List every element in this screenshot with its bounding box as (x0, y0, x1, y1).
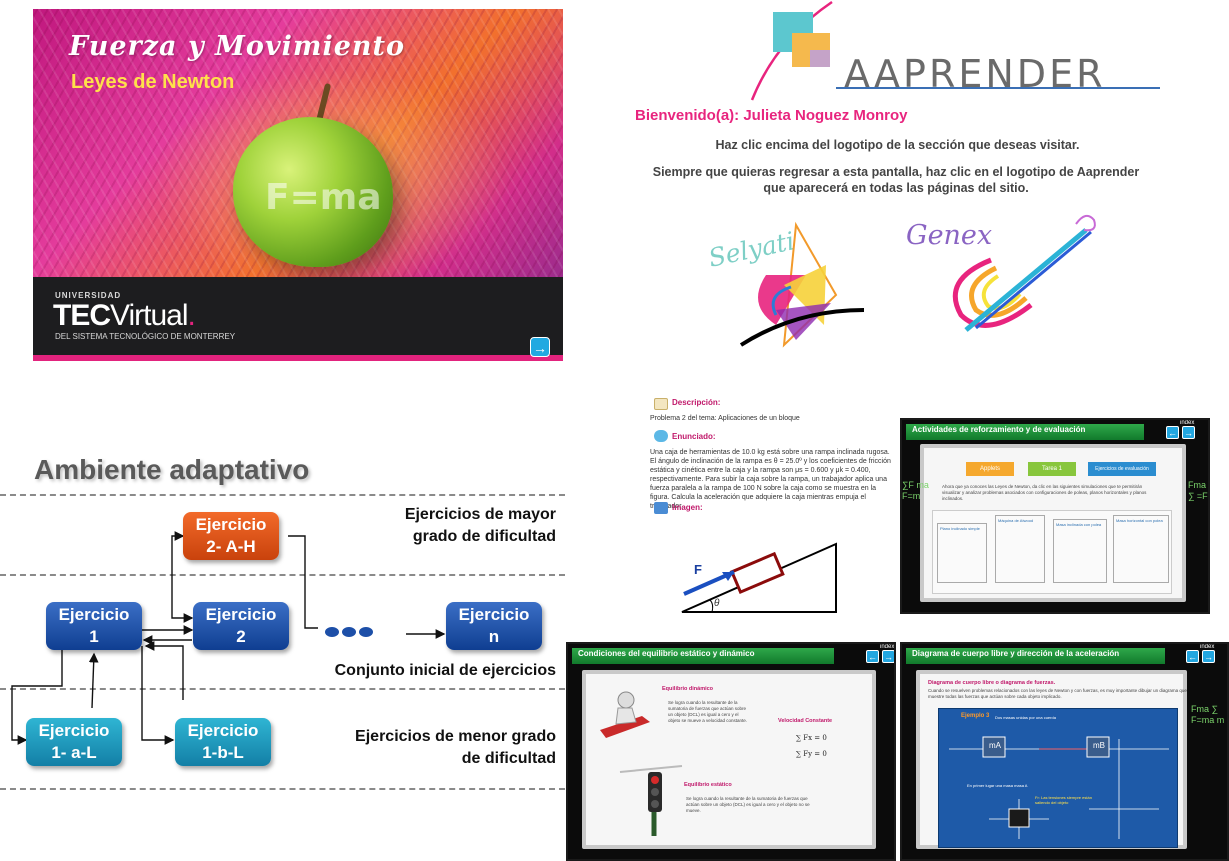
easier-label: Ejercicios de menor grado de dificultad (355, 728, 556, 767)
freebody-heading: Diagrama de cuerpo libre o diagrama de f… (928, 680, 1056, 686)
activities-intro: Ahora que ya conoces las Leyes de Newton… (942, 484, 1147, 501)
initial-label: Conjunto inicial de ejercicios (334, 662, 556, 679)
angle-label: θ (714, 598, 720, 609)
instruction-text: Haz clic encima del logotipo de la secci… (715, 138, 1080, 152)
forward-button[interactable]: → (1202, 650, 1215, 663)
mass-b-label: mB (1093, 741, 1105, 750)
equilibrium-panel: Condiciones del equilibrio estático y di… (566, 642, 896, 861)
tab-evaluacion[interactable]: Ejercicios de evaluación (1088, 462, 1156, 476)
sim-card[interactable]: Masa horizontal con polea (1113, 515, 1169, 583)
ramp-figure (681, 542, 837, 613)
whiteboard: Equilibrio dinámico Se logra cuando la r… (582, 670, 876, 849)
static-text: Se logra cuando la resultante de la suma… (686, 796, 810, 813)
cover-title: Fuerza y Movimiento (69, 31, 405, 62)
forward-button[interactable]: → (1182, 426, 1195, 439)
back-button[interactable]: ← (1166, 426, 1179, 439)
whiteboard: Applets Tarea 1 Ejercicios de evaluación… (920, 444, 1186, 602)
traffic-light-image (619, 765, 683, 836)
aaprender-home: AAPRENDER Bienvenido(a): Julieta Noguez … (566, 0, 1229, 380)
activities-title: Actividades de reforzamiento y de evalua… (912, 425, 1086, 434)
freebody-title: Diagrama de cuerpo libre y dirección de … (912, 649, 1120, 658)
chalk-decoration: ∑F ma F=m (902, 480, 929, 501)
logo-square-violet (810, 50, 830, 67)
aaprender-logo[interactable]: AAPRENDER (844, 52, 1105, 96)
blueprint-area: Ejemplo 3 Dos masas unidas por una cuerd… (938, 708, 1178, 848)
dynamic-label: Equilibrio dinámico (662, 686, 714, 692)
description-icon (654, 398, 668, 410)
statement-text: Una caja de herramientas de 10.0 kg está… (650, 449, 891, 510)
rocket-rider-image (600, 691, 650, 738)
welcome-text: Bienvenido(a): Julieta Noguez Monroy (635, 107, 908, 124)
sim-card[interactable]: Plano inclinado simple (937, 523, 987, 583)
exercise-box-n[interactable]: Ejercicio n (446, 602, 542, 650)
cover-slide: Fuerza y Movimiento Leyes de Newton F=ma… (33, 9, 563, 361)
equation-fy: ∑ Fy = 0 (796, 750, 827, 758)
statement-icon (654, 430, 668, 442)
system-label: DEL SISTEMA TECNOLÓGICO DE MONTERREY (55, 332, 236, 341)
tab-applets[interactable]: Applets (966, 462, 1014, 476)
exercise-box-1[interactable]: Ejercicio 1 (46, 602, 142, 650)
equation-fx: ∑ Fx = 0 (796, 734, 827, 742)
sim-card[interactable]: Masa inclinada con polea (1053, 519, 1107, 583)
harder-label: Ejercicios de mayor grado de dificultad (404, 506, 556, 545)
force-diagram (949, 736, 1169, 839)
image-icon (654, 502, 668, 514)
freebody-text: Cuando se resuelven problemas relacionad… (928, 688, 1187, 699)
sim-card[interactable]: Máquina de Atwood (995, 515, 1045, 583)
formula-text: F=ma (265, 177, 382, 218)
equilibrium-title: Condiciones del equilibrio estático y di… (578, 649, 755, 658)
problem-panel: Descripción: Problema 2 del tema: Aplica… (648, 392, 898, 622)
selyati-graphic (739, 221, 865, 348)
return-note: Siempre que quieras regresar a esta pant… (652, 165, 1140, 195)
statement-label: Enunciado: (672, 432, 716, 441)
whiteboard: Diagrama de cuerpo libre o diagrama de f… (916, 670, 1187, 849)
static-label: Equilibrio estático (684, 782, 732, 788)
exercise-box-1-a-l[interactable]: Ejercicio 1- a-L (26, 718, 122, 766)
velocity-label: Velocidad Constante (778, 718, 833, 724)
image-label: Imagen: (672, 503, 703, 512)
next-arrow-button[interactable]: → (530, 337, 550, 357)
adaptive-diagram: Ambiente adaptativo Ejercicio 2- A-H Ejer… (0, 440, 565, 800)
genex-graphic (952, 214, 1096, 332)
tec-virtual-logo: TECVirtual. (53, 299, 196, 332)
cover-subtitle: Leyes de Newton (71, 71, 235, 93)
forward-button[interactable]: → (882, 650, 894, 663)
description-text: Problema 2 del tema: Aplicaciones de un … (650, 415, 800, 422)
chalk-decoration: Fma ∑ =F (1188, 480, 1208, 501)
dynamic-text: Se logra cuando la resultante de la suma… (668, 700, 748, 723)
pink-stripe (33, 355, 563, 361)
back-button[interactable]: ← (866, 650, 879, 663)
exercise-box-2-a-h[interactable]: Ejercicio 2- A-H (183, 512, 279, 560)
exercise-box-2[interactable]: Ejercicio 2 (193, 602, 289, 650)
freebody-panel: Diagrama de cuerpo libre y dirección de … (900, 642, 1229, 861)
back-button[interactable]: ← (1186, 650, 1199, 663)
chalk-decoration: Fma ∑ F=ma m (1191, 704, 1225, 725)
force-label: F (694, 562, 702, 577)
activities-panel: Actividades de reforzamiento y de evalua… (900, 418, 1210, 614)
mass-a-label: mA (989, 741, 1001, 750)
exercise-box-1-b-l[interactable]: Ejercicio 1-b-L (175, 718, 271, 766)
description-label: Descripción: (672, 398, 721, 407)
tab-tarea[interactable]: Tarea 1 (1028, 462, 1076, 476)
